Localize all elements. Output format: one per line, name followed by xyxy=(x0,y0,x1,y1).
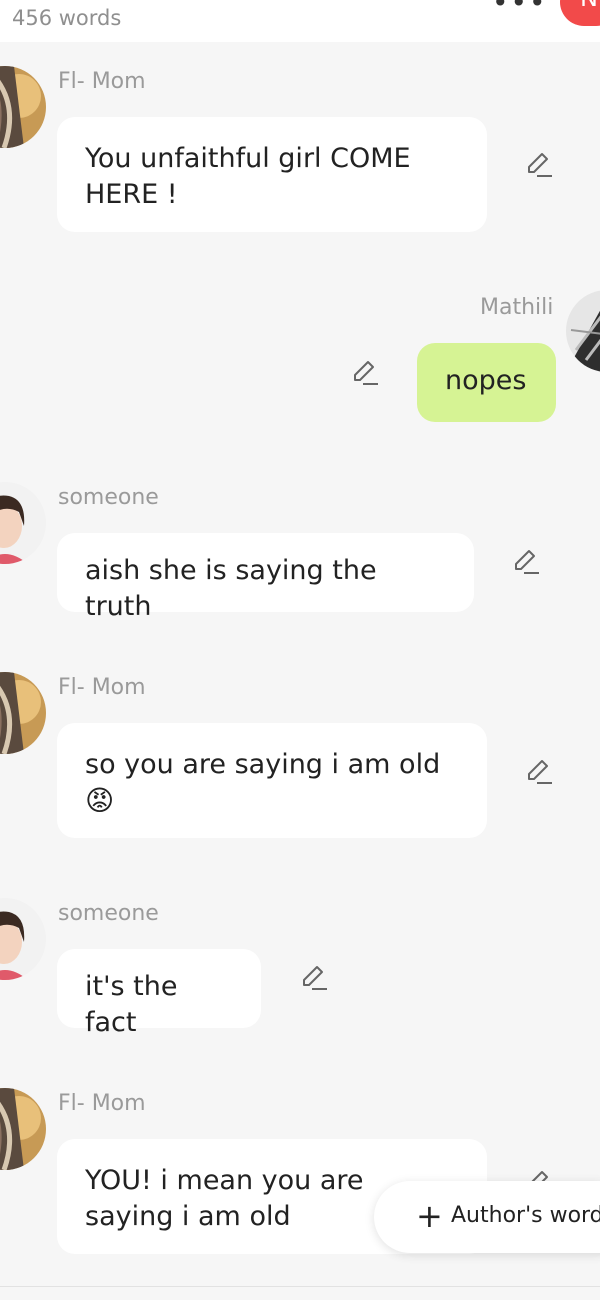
anime-girl-avatar[interactable] xyxy=(0,1088,46,1170)
sender-name: Mathili xyxy=(480,295,554,320)
message-text: YOU! i mean you are saying i am old xyxy=(85,1165,364,1232)
message-bubble[interactable]: it's the fact xyxy=(57,949,261,1038)
edit-pencil-icon[interactable] xyxy=(523,757,553,787)
message-text: aish she is saying the truth xyxy=(85,555,377,622)
chat-story-screen: 456 words ••• N Fl- Mom You unfaithful g… xyxy=(0,0,600,1300)
message-bubble[interactable]: aish she is saying the truth xyxy=(57,533,474,622)
plus-icon: + xyxy=(416,1197,443,1235)
message-bubble[interactable]: so you are saying i am old 😡 xyxy=(57,723,487,838)
sender-name: someone xyxy=(58,901,159,926)
angry-face-emoji: 😡 xyxy=(85,784,115,817)
edit-pencil-icon[interactable] xyxy=(510,547,540,577)
more-dots-icon[interactable]: ••• xyxy=(492,0,548,19)
next-button[interactable]: N xyxy=(560,0,600,26)
message-text: You unfaithful girl COME HERE ! xyxy=(85,143,411,210)
message-text: it's the fact xyxy=(85,971,178,1038)
edit-pencil-icon[interactable] xyxy=(298,963,328,993)
word-count: 456 words xyxy=(12,6,122,30)
bottom-divider xyxy=(0,1286,600,1287)
anime-girl-avatar[interactable] xyxy=(0,66,46,148)
message-text: nopes xyxy=(445,365,527,396)
my-message-bubble[interactable]: nopes xyxy=(417,343,556,422)
sender-name: Fl- Mom xyxy=(58,69,146,94)
sender-name: Fl- Mom xyxy=(58,675,146,700)
next-button-label: N xyxy=(580,0,598,12)
sender-name: someone xyxy=(58,485,159,510)
authors-words-button[interactable]: + Author's words xyxy=(374,1181,600,1253)
anime-girl-avatar[interactable] xyxy=(0,672,46,754)
message-text: so you are saying i am old xyxy=(85,749,441,780)
message-bubble[interactable]: You unfaithful girl COME HERE ! xyxy=(57,117,487,232)
building-photo-avatar[interactable] xyxy=(566,290,600,372)
authors-words-label: Author's words xyxy=(451,1203,600,1228)
top-bar: 456 words ••• N xyxy=(0,0,600,42)
edit-pencil-icon[interactable] xyxy=(523,150,553,180)
anime-boy-avatar[interactable] xyxy=(0,898,46,980)
anime-boy-avatar[interactable] xyxy=(0,482,46,564)
edit-pencil-icon[interactable] xyxy=(349,358,379,388)
sender-name: Fl- Mom xyxy=(58,1091,146,1116)
